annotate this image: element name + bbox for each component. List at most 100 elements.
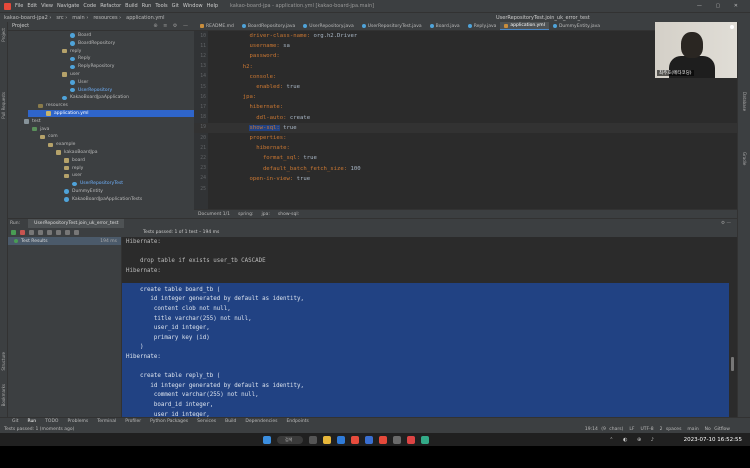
breadcrumb-item[interactable]: application.yml — [126, 15, 164, 21]
record-icon[interactable] — [407, 435, 415, 444]
toolwindow-dependencies[interactable]: Dependencies — [245, 419, 277, 424]
status-item[interactable]: main — [687, 427, 698, 432]
menu-build[interactable]: Build — [125, 3, 138, 9]
toolwindow-problems[interactable]: Problems — [67, 419, 88, 424]
console-output[interactable]: Hibernate: drop table if exists user_tb … — [122, 237, 737, 417]
expand-icon[interactable] — [56, 230, 61, 235]
system-tray[interactable]: ⌃ ◐ ⊕ ♪ — [609, 437, 658, 443]
menu-help[interactable]: Help — [207, 3, 218, 9]
run-tab[interactable]: UserRepositoryTest.join_uk_error_test — [28, 219, 125, 228]
status-item[interactable]: LF — [629, 427, 634, 432]
strip-gradle[interactable]: Gradle — [742, 152, 747, 165]
editor-path-item[interactable]: jpa: — [262, 212, 270, 217]
windows-start-icon[interactable] — [263, 435, 271, 444]
tree-item[interactable]: BoardRepository — [70, 40, 115, 47]
tree-item[interactable]: KakaoBoardJpaApplication — [62, 94, 129, 101]
menu-navigate[interactable]: Navigate — [57, 3, 79, 9]
taskbar-search[interactable]: 검색 — [277, 435, 303, 444]
tree-item[interactable]: reply — [62, 48, 81, 55]
up-arrow-icon[interactable] — [65, 230, 70, 235]
tree-item[interactable]: ReplyRepository — [70, 63, 114, 70]
chrome-icon[interactable] — [351, 435, 359, 444]
tree-item[interactable]: test — [24, 118, 41, 125]
toolwindow-run[interactable]: Run — [28, 419, 37, 424]
toolwindow-python-packages[interactable]: Python Packages — [150, 419, 188, 424]
menu-git[interactable]: Git — [172, 3, 179, 9]
window-controls[interactable]: — ▢ ✕ — [697, 3, 744, 9]
editor-tab[interactable]: DummyEntity.java — [549, 22, 604, 30]
editor-path-item[interactable]: spring: — [238, 212, 254, 217]
editor-tab[interactable]: Reply.java — [464, 22, 501, 30]
menu-run[interactable]: Run — [142, 3, 152, 9]
check-filter-icon[interactable] — [29, 230, 34, 235]
tree-item[interactable]: user — [62, 71, 80, 78]
tree-item[interactable]: DummyEntity — [64, 188, 103, 195]
tree-item[interactable]: reply — [64, 165, 83, 172]
toolwindow-git[interactable]: Git — [12, 419, 19, 424]
tree-item[interactable]: KakaoBoardJpaApplicationTests — [64, 196, 142, 203]
run-panel-tools[interactable]: ⚙ — — [721, 221, 731, 226]
strip-database[interactable]: Database — [742, 92, 747, 111]
tree-item[interactable]: com — [40, 133, 58, 140]
status-item[interactable]: UTF-8 — [640, 427, 653, 432]
tree-item[interactable]: user — [64, 172, 82, 179]
status-item[interactable]: 19:14 (9 chars) — [585, 427, 623, 432]
app2-icon[interactable] — [421, 435, 429, 444]
tree-item[interactable]: Board — [70, 32, 91, 39]
toolwindow-profiler[interactable]: Profiler — [125, 419, 141, 424]
strip-pull-requests[interactable]: Pull Requests — [1, 92, 6, 119]
breadcrumb-item[interactable]: resources › — [93, 15, 121, 21]
edge-icon[interactable] — [337, 435, 345, 444]
tree-item[interactable]: UserRepository — [70, 87, 112, 94]
project-panel-tools[interactable]: ⊕ ≡ ⚙ — — [153, 23, 190, 29]
tree-item[interactable]: User — [70, 79, 88, 86]
rerun-icon[interactable] — [11, 230, 16, 235]
tree-item[interactable]: application.yml — [28, 110, 194, 118]
editor-path-item[interactable]: Document 1/1 — [198, 212, 230, 217]
status-item[interactable]: No Gitflow — [705, 427, 730, 432]
menu-view[interactable]: View — [41, 3, 53, 9]
file-explorer-icon[interactable] — [323, 435, 331, 444]
toolwindow-endpoints[interactable]: Endpoints — [286, 419, 308, 424]
cancel-filter-icon[interactable] — [38, 230, 43, 235]
down-arrow-icon[interactable] — [74, 230, 79, 235]
tree-item[interactable]: kakaoBoardJpa — [56, 149, 98, 156]
strip-project[interactable]: Project — [1, 28, 6, 42]
app-icon[interactable] — [393, 435, 401, 444]
zoom-icon[interactable] — [365, 435, 373, 444]
tree-item[interactable]: UserRepositoryTest — [72, 180, 123, 187]
breadcrumb-item[interactable]: src › — [56, 15, 67, 21]
editor-tab[interactable]: README.md — [196, 22, 238, 30]
editor-tab[interactable]: application.yml — [500, 22, 549, 30]
tree-item[interactable]: resources — [38, 102, 68, 109]
stop-icon[interactable] — [20, 230, 25, 235]
intellij-icon[interactable] — [379, 435, 387, 444]
menu-file[interactable]: File — [15, 3, 23, 9]
console-scrollbar[interactable] — [731, 357, 734, 371]
menu-code[interactable]: Code — [83, 3, 96, 9]
toolwindow-services[interactable]: Services — [197, 419, 216, 424]
toolwindow-todo[interactable]: TODO — [45, 419, 58, 424]
test-results-root[interactable]: Test Results 194 ms — [8, 237, 121, 245]
project-panel-title[interactable]: Project — [12, 23, 29, 29]
editor-tab[interactable]: Board.java — [426, 22, 464, 30]
task-view-icon[interactable] — [309, 435, 317, 444]
menu-window[interactable]: Window — [183, 3, 203, 9]
tree-item[interactable]: Reply — [70, 55, 90, 62]
sort-icon[interactable] — [47, 230, 52, 235]
menu-edit[interactable]: Edit — [27, 3, 37, 9]
tree-item[interactable]: java — [32, 126, 49, 133]
editor-tab[interactable]: UserRepository.java — [299, 22, 357, 30]
menu-tools[interactable]: Tools — [155, 3, 167, 9]
tree-item[interactable]: example — [48, 141, 75, 148]
toolwindow-terminal[interactable]: Terminal — [97, 419, 116, 424]
menu-refactor[interactable]: Refactor — [100, 3, 121, 9]
breadcrumb-item[interactable]: kakao-board-jpa2 › — [4, 15, 51, 21]
editor-path-item[interactable]: show-sql: — [278, 212, 299, 217]
status-item[interactable]: 2 spaces — [660, 427, 682, 432]
breadcrumb-item[interactable]: main › — [72, 15, 88, 21]
tree-item[interactable]: board — [64, 157, 85, 164]
strip-bookmarks[interactable]: Bookmarks — [1, 384, 6, 406]
editor-tab[interactable]: UserRepositoryTest.java — [358, 22, 426, 30]
editor-tab[interactable]: BoardRepository.java — [238, 22, 299, 30]
